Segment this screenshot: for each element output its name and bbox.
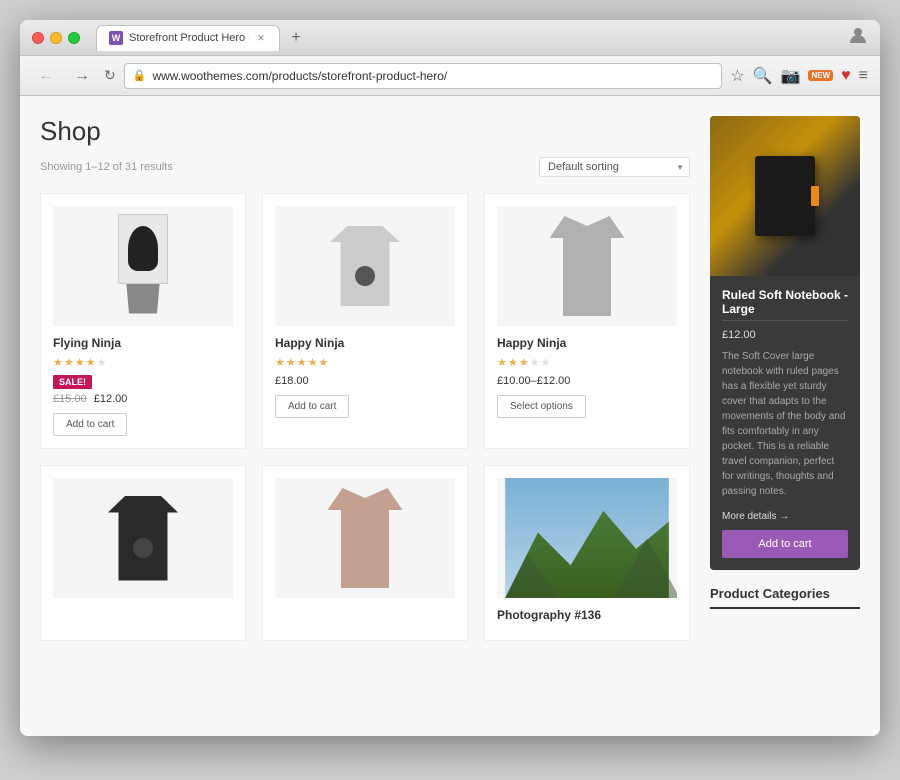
hero-add-to-cart-button[interactable]: Add to cart (722, 530, 848, 558)
hero-product-title: Ruled Soft Notebook - Large (722, 288, 848, 316)
mauve-hoodie-image (328, 488, 403, 588)
product-name: Photography #136 (497, 608, 601, 622)
price-area: £18.00 (275, 375, 309, 387)
user-profile-icon[interactable] (848, 25, 868, 50)
url-text: www.woothemes.com/products/storefront-pr… (152, 69, 447, 83)
product-name: Flying Ninja (53, 336, 121, 350)
page-content: Shop Showing 1–12 of 31 results Default … (20, 96, 880, 736)
lock-icon: 🔒 (133, 69, 147, 82)
product-image (497, 478, 677, 598)
hero-widget-content: Ruled Soft Notebook - Large £12.00 The S… (710, 276, 860, 570)
sort-select[interactable]: Default sorting Sort by popularity Sort … (539, 157, 690, 177)
browser-window: W Storefront Product Hero - ✕ + ← → ↻ 🔒 … (20, 20, 880, 736)
star-rating: ★ ★ ★ ★ ★ (53, 356, 106, 369)
sale-badge: SALE! (53, 375, 92, 389)
forward-button[interactable]: → (68, 65, 96, 87)
ninja-poster-image (103, 209, 183, 324)
close-button[interactable] (32, 32, 44, 44)
notebook-container (755, 156, 815, 236)
new-tab-button[interactable]: + (286, 28, 306, 48)
dark-tshirt-image (108, 496, 178, 581)
product-card (40, 465, 246, 641)
maximize-button[interactable] (68, 32, 80, 44)
star-rating: ★ ★ ★ ★ ★ (275, 356, 328, 369)
add-to-cart-button[interactable]: Add to cart (53, 413, 127, 436)
hero-widget: Ruled Soft Notebook - Large £12.00 The S… (710, 116, 860, 570)
add-to-cart-button[interactable]: Add to cart (275, 395, 349, 418)
minimize-button[interactable] (50, 32, 62, 44)
price-range: £10.00–£12.00 (497, 375, 570, 387)
product-image (497, 206, 677, 326)
tshirt-image (330, 226, 400, 306)
hoodie-image (550, 216, 625, 316)
price-area: £10.00–£12.00 (497, 375, 570, 387)
shop-title: Shop (40, 116, 690, 147)
select-options-button[interactable]: Select options (497, 395, 586, 418)
product-image (275, 478, 455, 598)
product-name: Happy Ninja (275, 336, 344, 350)
results-count: Showing 1–12 of 31 results (40, 161, 173, 173)
hero-divider (722, 320, 848, 321)
new-badge[interactable]: NEW (808, 70, 833, 81)
tab-title: Storefront Product Hero - (129, 32, 249, 44)
product-image (275, 206, 455, 326)
product-card: Photography #136 (484, 465, 690, 641)
more-details-button[interactable]: More details → (722, 511, 789, 522)
notebook-image (755, 156, 815, 236)
main-content: Shop Showing 1–12 of 31 results Default … (40, 116, 690, 641)
product-card: Happy Ninja ★ ★ ★ ★ ★ £18.00 Add to cart (262, 193, 468, 449)
address-bar[interactable]: 🔒 www.woothemes.com/products/storefront-… (124, 63, 723, 89)
menu-icon[interactable]: ≡ (859, 67, 868, 85)
hero-product-description: The Soft Cover large notebook with ruled… (722, 349, 848, 499)
product-image (53, 478, 233, 598)
star-rating: ★ ★ ★ ★ ★ (497, 356, 550, 369)
new-price: £12.00 (94, 393, 128, 405)
title-bar: W Storefront Product Hero - ✕ + (20, 20, 880, 56)
page-body: Shop Showing 1–12 of 31 results Default … (20, 96, 880, 661)
sort-wrapper: Default sorting Sort by popularity Sort … (539, 157, 690, 177)
camera-icon[interactable]: 📷 (781, 66, 801, 86)
product-card: Flying Ninja ★ ★ ★ ★ ★ SALE! £15.00 £12.… (40, 193, 246, 449)
active-tab[interactable]: W Storefront Product Hero - ✕ (96, 25, 280, 51)
tab-close-button[interactable]: ✕ (255, 32, 267, 44)
tab-favicon: W (109, 31, 123, 45)
product-card (262, 465, 468, 641)
refresh-button[interactable]: ↻ (104, 67, 116, 84)
product-categories-title: Product Categories (710, 586, 860, 609)
product-name: Happy Ninja (497, 336, 566, 350)
price-area: £15.00 £12.00 (53, 393, 127, 405)
old-price: £15.00 (53, 393, 87, 405)
price: £18.00 (275, 375, 309, 387)
product-grid: Flying Ninja ★ ★ ★ ★ ★ SALE! £15.00 £12.… (40, 193, 690, 641)
back-button[interactable]: ← (32, 65, 60, 87)
search-icon[interactable]: 🔍 (753, 66, 773, 86)
results-info: Showing 1–12 of 31 results Default sorti… (40, 157, 690, 177)
heart-icon[interactable]: ♥ (841, 67, 851, 85)
toolbar-actions: ☆ 🔍 📷 NEW ♥ ≡ (730, 66, 868, 86)
notebook-band (811, 186, 819, 206)
hero-product-price: £12.00 (722, 329, 848, 341)
tab-area: W Storefront Product Hero - ✕ + (96, 25, 840, 51)
hero-widget-image (710, 116, 860, 276)
product-image (53, 206, 233, 326)
product-card: Happy Ninja ★ ★ ★ ★ ★ £10.00–£12.00 Sele… (484, 193, 690, 449)
traffic-lights (32, 32, 80, 44)
landscape-image (497, 478, 677, 598)
toolbar: ← → ↻ 🔒 www.woothemes.com/products/store… (20, 56, 880, 96)
sidebar: Ruled Soft Notebook - Large £12.00 The S… (710, 116, 860, 641)
bookmark-icon[interactable]: ☆ (730, 66, 744, 86)
